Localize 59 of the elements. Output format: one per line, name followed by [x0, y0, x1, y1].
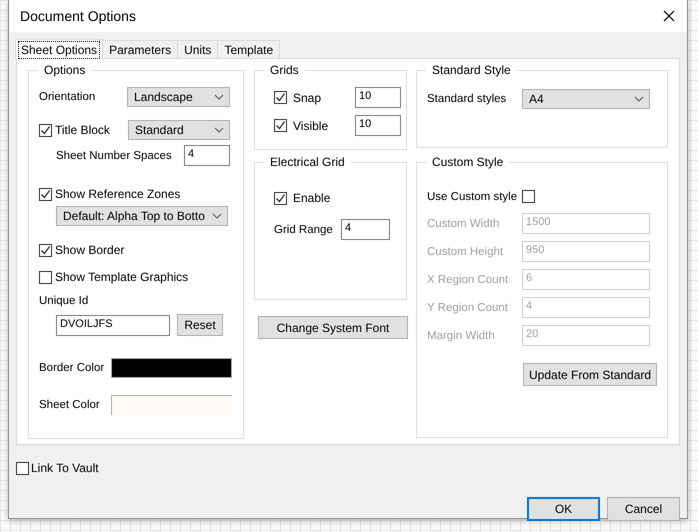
color-swatch[interactable]: [111, 358, 232, 378]
checkbox-label[interactable]: Enable: [293, 191, 330, 205]
chevron-icon: [634, 96, 644, 102]
checkbox-label[interactable]: Title Block: [55, 123, 110, 137]
field-label: Custom Width: [427, 218, 500, 230]
checkbox[interactable]: [274, 91, 287, 104]
checkbox[interactable]: [39, 244, 52, 256]
checkbox[interactable]: [39, 188, 52, 200]
chevron-icon: [214, 127, 224, 133]
field-label: Orientation: [39, 91, 96, 103]
group-title: Custom Style: [431, 155, 504, 169]
field-label: Use Custom style: [427, 190, 518, 202]
text-field[interactable]: 4: [184, 145, 230, 166]
group-title: Options: [43, 63, 86, 77]
checkbox[interactable]: [16, 462, 29, 474]
field-label: Sheet Number Spaces: [56, 150, 173, 162]
dialog-button[interactable]: OK: [527, 497, 600, 521]
change-system-font-button[interactable]: Change System Font: [258, 316, 408, 339]
checkbox[interactable]: [274, 119, 287, 132]
checkbox[interactable]: [274, 192, 287, 204]
tab[interactable]: Template: [217, 40, 280, 58]
field-label: Custom Height: [427, 246, 504, 258]
text-field[interactable]: 10: [355, 115, 401, 136]
text-field[interactable]: 4: [341, 219, 390, 240]
field-label: Grid Range: [274, 224, 334, 236]
checkbox-label[interactable]: Link To Vault: [31, 461, 99, 475]
checkbox-label[interactable]: Show Border: [55, 243, 124, 257]
close-icon[interactable]: [663, 10, 675, 22]
field-label: X Region Count: [427, 274, 510, 286]
dropdown[interactable]: Landscape: [127, 87, 230, 107]
chevron-icon: [214, 94, 224, 100]
color-swatch[interactable]: [111, 395, 232, 415]
checkbox[interactable]: [39, 124, 52, 136]
update-from-standard-button[interactable]: Update From Standard: [523, 363, 658, 386]
dropdown[interactable]: Default: Alpha Top to Botto: [56, 206, 228, 226]
checkbox-label[interactable]: Snap: [293, 90, 322, 104]
text-field[interactable]: DVOILJFS: [56, 314, 170, 336]
field-label: Border Color: [39, 362, 106, 374]
tab[interactable]: Sheet Options: [15, 39, 104, 59]
dropdown[interactable]: A4: [522, 89, 650, 109]
checkbox[interactable]: [522, 190, 535, 203]
checkbox[interactable]: [39, 270, 52, 284]
reset-button[interactable]: Reset: [177, 314, 223, 336]
field-label: Standard styles: [427, 93, 508, 105]
text-field[interactable]: 10: [355, 87, 401, 108]
field-label: Sheet Color: [39, 399, 101, 411]
checkbox-label[interactable]: Show Reference Zones: [55, 187, 180, 201]
group-title: Standard Style: [431, 63, 512, 77]
field-label: Unique Id: [39, 295, 90, 307]
checkbox-label[interactable]: Show Template Graphics: [55, 270, 188, 284]
chevron-icon: [212, 213, 222, 219]
checkbox-label[interactable]: Visible: [293, 118, 328, 132]
dropdown[interactable]: Standard: [128, 120, 230, 140]
field-label: Y Region Count: [427, 302, 509, 314]
window-title: Document Options: [20, 8, 136, 24]
field-label: Margin Width: [427, 330, 496, 342]
group-title: Grids: [269, 63, 300, 77]
dialog-button[interactable]: Cancel: [607, 497, 680, 521]
group-title: Electrical Grid: [269, 155, 346, 169]
